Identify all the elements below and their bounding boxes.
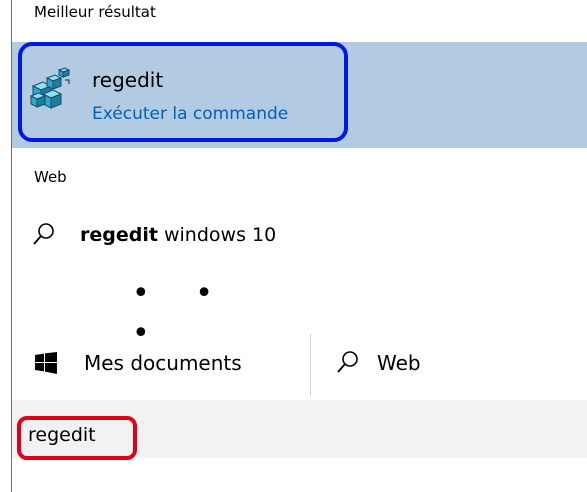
best-match-result[interactable]: regedit Exécuter la commande	[12, 42, 587, 148]
windows-logo-icon	[35, 352, 57, 374]
registry-editor-icon	[29, 67, 71, 109]
web-suggestion[interactable]: regedit windows 10	[12, 212, 587, 260]
web-suggestion-query: regedit	[80, 224, 158, 246]
filter-web-label: Web	[377, 351, 421, 375]
app-action-label[interactable]: Exécuter la commande	[92, 104, 288, 124]
web-suggestion-suffix: windows 10	[157, 224, 277, 246]
filter-web[interactable]: Web	[311, 330, 587, 396]
best-match-heading: Meilleur résultat	[34, 3, 156, 21]
filter-my-documents[interactable]: Mes documents	[12, 330, 310, 396]
web-heading: Web	[34, 168, 67, 186]
more-results-indicator: • • •	[132, 276, 231, 351]
search-icon	[33, 223, 54, 245]
search-input-value: regedit	[28, 424, 96, 446]
search-results-panel: Meilleur résultat regedit Exécuter la co…	[11, 0, 587, 492]
scope-filter-bar: Mes documents Web	[12, 330, 587, 396]
app-name: regedit	[92, 68, 164, 92]
search-input[interactable]: regedit	[12, 400, 587, 460]
web-suggestion-text: regedit windows 10	[80, 224, 276, 246]
filter-my-documents-label: Mes documents	[84, 351, 242, 375]
search-icon	[337, 351, 358, 373]
